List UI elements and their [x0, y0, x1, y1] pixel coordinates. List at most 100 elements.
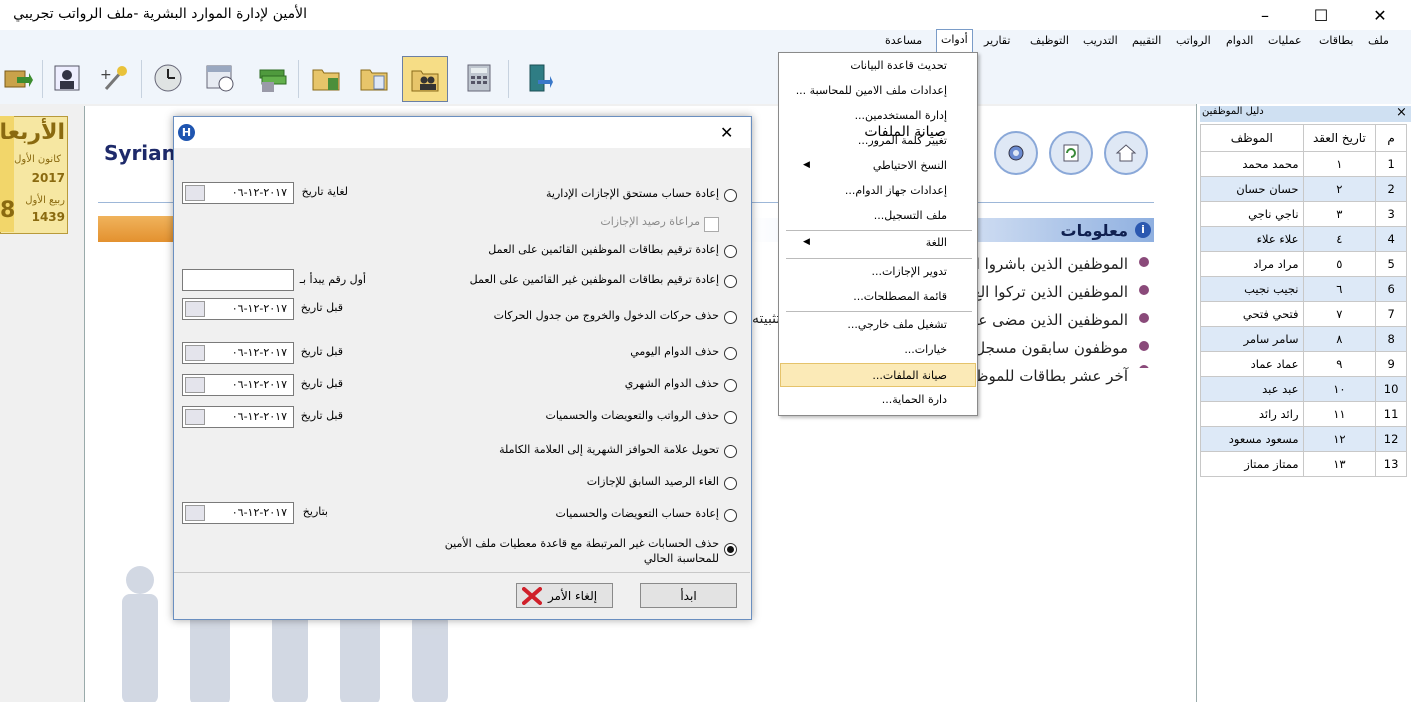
column-employee[interactable]: الموظف — [1200, 124, 1304, 152]
menu-item-accounting-settings[interactable]: إعدادات ملف الامين للمحاسبة ... — [779, 79, 975, 103]
column-number[interactable]: م — [1375, 124, 1407, 152]
table-row[interactable]: 10 ١٠ عبد عبد — [1200, 376, 1407, 402]
employee-card-button[interactable] — [45, 56, 89, 100]
until-date-label: لغاية تاريخ — [301, 185, 348, 198]
menu-file[interactable]: ملف — [1364, 30, 1393, 52]
column-contract-date[interactable]: تاريخ العقد — [1302, 124, 1377, 152]
menu-item-run-external[interactable]: تشغيل ملف خارجي... — [779, 313, 975, 337]
refresh-toolbar-button[interactable] — [0, 56, 40, 100]
radio-option[interactable] — [724, 445, 737, 458]
table-row[interactable]: 8 ٨ سامر سامر — [1200, 326, 1407, 352]
submenu-arrow-icon: ◀ — [803, 160, 810, 170]
maximize-button[interactable]: ☐ — [1298, 0, 1344, 30]
calendar-picker-icon[interactable] — [185, 409, 205, 425]
cell-number: 13 — [1375, 451, 1407, 477]
menu-reports[interactable]: تقارير — [980, 30, 1014, 52]
menu-item-protection[interactable]: دارة الحماية... — [779, 388, 975, 412]
minimize-button[interactable]: – — [1242, 0, 1288, 30]
calendar-picker-icon[interactable] — [185, 301, 205, 317]
toolbar-separator — [141, 60, 142, 98]
radio-option[interactable] — [724, 275, 737, 288]
menu-recruitment[interactable]: التوظيف — [1026, 30, 1073, 52]
radio-option[interactable] — [724, 347, 737, 360]
info-link-passed[interactable]: الموظفين الذين مضى عل — [967, 311, 1128, 329]
radio-option[interactable] — [724, 189, 737, 202]
employee-directory-close[interactable]: × — [1396, 105, 1407, 120]
radio-option[interactable] — [724, 245, 737, 258]
radio-option[interactable] — [724, 477, 737, 490]
menu-salaries[interactable]: الرواتب — [1172, 30, 1215, 52]
at-date-field[interactable]: ٢٠١٧-١٢-٠٦ — [182, 502, 294, 524]
menu-evaluation[interactable]: التقييم — [1128, 30, 1165, 52]
menu-item-glossary[interactable]: قائمة المصطلحات... — [779, 285, 975, 309]
salaries-before-date-field[interactable]: ٢٠١٧-١٢-٠٦ — [182, 406, 294, 428]
attendance-clock-button[interactable] — [146, 56, 190, 100]
info-link-former[interactable]: موظفون سابقون مسجل — [974, 339, 1128, 357]
menu-item-options[interactable]: خيارات... — [779, 338, 975, 362]
menu-help[interactable]: مساعدة — [881, 30, 926, 52]
menu-item-attendance-device[interactable]: إعدادات جهاز الدوام... — [779, 179, 975, 203]
add-employee-button[interactable]: + — [92, 56, 136, 100]
start-button[interactable]: ابدأ — [640, 583, 737, 608]
cell-number: 12 — [1375, 426, 1407, 452]
first-number-input[interactable] — [182, 269, 294, 291]
menu-cards[interactable]: بطاقات — [1315, 30, 1357, 52]
table-row[interactable]: 12 ١٢ مسعود مسعود — [1200, 426, 1407, 452]
menu-item-rotate-leaves[interactable]: تدوير الإجازات... — [779, 260, 975, 284]
leave-balance-checkbox[interactable] — [704, 217, 719, 232]
dialog-close-button[interactable]: ✕ — [720, 123, 733, 142]
movements-before-date-field[interactable]: ٢٠١٧-١٢-٠٦ — [182, 298, 294, 320]
menu-attendance[interactable]: الدوام — [1222, 30, 1257, 52]
menu-item-update-db[interactable]: تحديث قاعدة البيانات — [779, 54, 975, 78]
calculator-button[interactable] — [457, 56, 501, 100]
cell-employee: حسان حسان — [1200, 176, 1304, 202]
calendar-picker-icon[interactable] — [185, 377, 205, 393]
table-row[interactable]: 4 ٤ علاء علاء — [1200, 226, 1407, 252]
employee-card-icon — [54, 65, 80, 91]
option-delete-monthly-attendance: حذف الدوام الشهري — [624, 377, 719, 390]
settings-button[interactable] — [994, 131, 1038, 175]
until-date-field[interactable]: ٢٠١٧-١٢-٠٦ — [182, 182, 294, 204]
home-button[interactable] — [1104, 131, 1148, 175]
documents-button[interactable] — [352, 56, 396, 100]
salaries-button[interactable] — [250, 56, 294, 100]
table-row[interactable]: 2 ٢ حسان حسان — [1200, 176, 1407, 202]
calendar-picker-icon[interactable] — [185, 345, 205, 361]
radio-option-selected[interactable] — [724, 543, 737, 556]
toolbar-separator — [42, 60, 43, 98]
daily-before-date-field[interactable]: ٢٠١٧-١٢-٠٦ — [182, 342, 294, 364]
info-link-last-ten[interactable]: آخر عشر بطاقات للموظ — [975, 367, 1128, 385]
cell-contract-date: ٤ — [1302, 226, 1377, 252]
radio-option[interactable] — [724, 411, 737, 424]
refresh-page-button[interactable] — [1049, 131, 1093, 175]
menu-tools[interactable]: أدوات — [936, 29, 973, 53]
cell-number: 2 — [1375, 176, 1407, 202]
table-row[interactable]: 13 ١٣ ممتاز ممتاز — [1200, 451, 1407, 477]
cell-employee: سامر سامر — [1200, 326, 1304, 352]
menu-operations[interactable]: عمليات — [1264, 30, 1306, 52]
menu-training[interactable]: التدريب — [1079, 30, 1122, 52]
cell-contract-date: ١١ — [1302, 401, 1377, 427]
table-row[interactable]: 9 ٩ عماد عماد — [1200, 351, 1407, 377]
monthly-before-date-field[interactable]: ٢٠١٧-١٢-٠٦ — [182, 374, 294, 396]
table-row[interactable]: 11 ١١ رائد رائد — [1200, 401, 1407, 427]
attendance-calendar-button[interactable] — [198, 56, 242, 100]
table-row[interactable]: 3 ٣ ناجي ناجي — [1200, 201, 1407, 227]
table-row[interactable]: 7 ٧ فتحي فتحي — [1200, 301, 1407, 327]
calendar-picker-icon[interactable] — [185, 505, 205, 521]
table-row[interactable]: 1 ١ محمد محمد — [1200, 151, 1407, 177]
employees-folder-button[interactable] — [402, 56, 448, 102]
menu-item-file-maintenance[interactable]: صيانة الملفات... — [780, 363, 976, 387]
radio-option[interactable] — [724, 509, 737, 522]
close-button[interactable]: ✕ — [1357, 0, 1403, 30]
exit-button[interactable] — [516, 56, 560, 100]
radio-option[interactable] — [724, 379, 737, 392]
calendar-picker-icon[interactable] — [185, 185, 205, 201]
radio-option[interactable] — [724, 311, 737, 324]
table-row[interactable]: 5 ٥ مراد مراد — [1200, 251, 1407, 277]
files-button[interactable] — [304, 56, 348, 100]
info-link-started[interactable]: الموظفين الذين باشروا ال — [965, 255, 1128, 273]
table-row[interactable]: 6 ٦ نجيب نجيب — [1200, 276, 1407, 302]
menu-item-log-file[interactable]: ملف التسجيل... — [779, 204, 975, 228]
info-link-left[interactable]: الموظفين الذين تركوا الع — [973, 283, 1128, 301]
